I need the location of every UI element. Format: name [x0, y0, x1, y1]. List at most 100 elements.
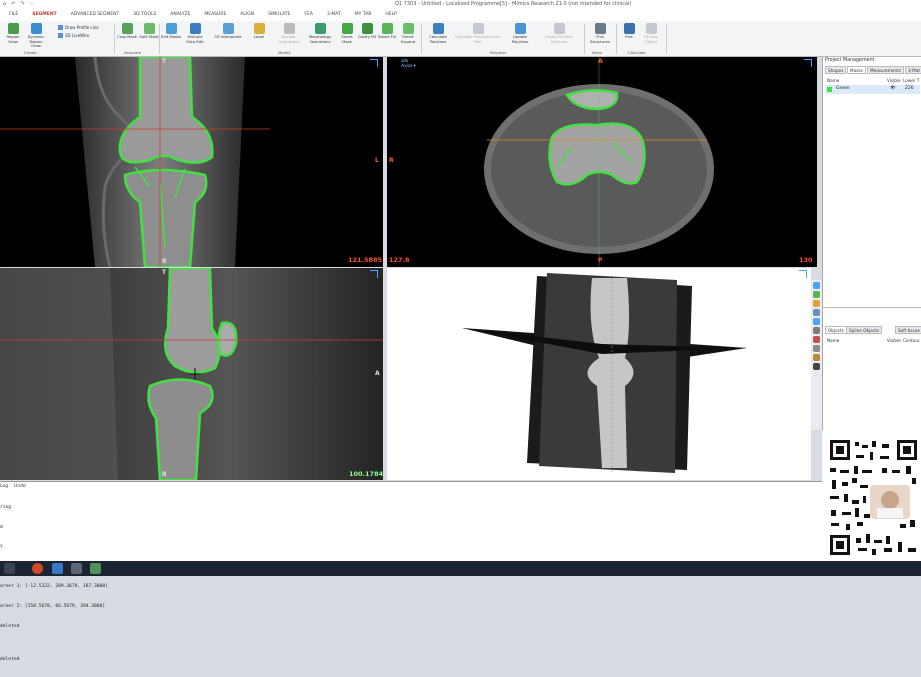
- group-separator: [421, 24, 422, 54]
- camera-icon[interactable]: [813, 327, 820, 334]
- undo-icon[interactable]: ↶: [11, 0, 15, 9]
- part-button[interactable]: Part: [618, 23, 640, 51]
- morphology-operations-icon: [314, 23, 326, 34]
- tab-soft-tissue[interactable]: Soft tissue: [895, 326, 921, 334]
- calculate-polylines-from-part-button[interactable]: Calculate Polylines from Part: [455, 23, 501, 51]
- 3d-viewport[interactable]: [387, 268, 811, 480]
- menu-tab-align[interactable]: ALIGN: [233, 9, 261, 21]
- menu-tab-analyze[interactable]: ANALYZE: [163, 9, 197, 21]
- region-grow-button[interactable]: Region Grow: [2, 23, 24, 51]
- group-separate: Separate: [124, 50, 142, 55]
- pan-icon[interactable]: [813, 291, 820, 298]
- more-icon[interactable]: ⋯: [30, 0, 35, 9]
- home-icon[interactable]: ⌂: [3, 0, 6, 9]
- coronal-slice-value: 121.5885: [348, 256, 383, 264]
- tab-log[interactable]: Log: [0, 484, 8, 489]
- light-icon[interactable]: [813, 354, 820, 361]
- rotate-icon[interactable]: [813, 282, 820, 289]
- menu-tab-advanced-segment[interactable]: ADVANCED SEGMENT: [64, 9, 127, 21]
- tab-3-mat[interactable]: 3-Mat: [905, 66, 921, 74]
- window-title: Q1 7303 - Untitled - Localized Programme…: [395, 1, 632, 7]
- sagittal-right-label: A: [375, 370, 380, 377]
- redo-icon[interactable]: ↷: [20, 0, 24, 9]
- folder-icon[interactable]: [52, 563, 63, 574]
- settings-icon[interactable]: [71, 563, 82, 574]
- smart-expand-button[interactable]: Smart Expand: [397, 23, 419, 51]
- group-wrap: Wrap: [592, 50, 602, 55]
- tab-measurements[interactable]: Measurements: [867, 66, 904, 74]
- screenshot-icon[interactable]: [813, 363, 820, 370]
- menu-tab-measure[interactable]: MEASURE: [197, 9, 233, 21]
- 3d-livewire-button[interactable]: 3D LiveWire: [58, 33, 89, 38]
- log-panel: Log Undo ring d Y orr orner 1: [-12.5322…: [0, 481, 822, 662]
- tab-spline-objects[interactable]: Spline Objects: [846, 326, 883, 334]
- tab-undo[interactable]: Undo: [14, 484, 26, 489]
- coronal-top-label: T: [162, 58, 167, 65]
- smart-fill-icon: [381, 23, 393, 34]
- mask-color-swatch: [827, 87, 832, 92]
- menu-tab-help[interactable]: HELP: [378, 9, 403, 21]
- log-line: Y: [0, 544, 3, 550]
- coronal-bottom-label: B: [162, 258, 167, 265]
- menu-tab-3-mat[interactable]: 3-MAT: [320, 9, 348, 21]
- fit-from-object-button[interactable]: Fit from Object: [638, 23, 664, 51]
- menu-tab-fea[interactable]: FEA: [297, 9, 320, 21]
- view-icon[interactable]: [813, 309, 820, 316]
- 3d-interpolate-button[interactable]: 3D Interpolate: [213, 23, 243, 51]
- maximize-icon[interactable]: [804, 59, 812, 67]
- maximize-icon[interactable]: [370, 59, 378, 67]
- tab-shapes[interactable]: Shapes: [825, 66, 847, 74]
- menu-tab-simulate[interactable]: SIMULATE: [261, 9, 297, 21]
- tab-objects[interactable]: Objects: [825, 326, 847, 334]
- morphology-operations-button[interactable]: Morphology Operations: [306, 23, 334, 51]
- menu-tab-my-tab[interactable]: MY TAB: [348, 9, 379, 21]
- visibility-icon[interactable]: [813, 345, 820, 352]
- axial-viewport[interactable]: a/b Axial ▾ A P R 127.8 130: [387, 57, 817, 267]
- edit-masks-icon: [165, 23, 177, 34]
- log-line: deleted: [0, 623, 20, 629]
- split-mask-icon: [143, 23, 155, 34]
- menu-tab-3d-tools[interactable]: 3D TOOLS: [126, 9, 163, 21]
- dynamic-region-grow-button[interactable]: Dynamic Region Grow: [25, 23, 47, 51]
- cavity-fill-button[interactable]: Cavity Fill: [356, 23, 378, 51]
- smart-mask-icon: [341, 23, 353, 34]
- group-modify: Modify: [278, 50, 291, 55]
- taskbar: [0, 561, 921, 576]
- group-separator: [616, 24, 617, 54]
- menu-bar: FILE SEGMENT ADVANCED SEGMENT 3D TOOLS A…: [0, 9, 921, 21]
- boolean-operations-button[interactable]: Boolean Operations: [275, 23, 303, 51]
- zoom-icon[interactable]: [813, 300, 820, 307]
- maximize-icon[interactable]: [799, 270, 807, 278]
- calculate-polylines-button[interactable]: Calculate Polylines: [423, 23, 453, 51]
- browser-icon[interactable]: [32, 563, 43, 574]
- label-button[interactable]: Label: [248, 23, 270, 51]
- thin-structures-button[interactable]: Thin Structures: [586, 23, 614, 51]
- tab-masks[interactable]: Masks: [847, 66, 866, 74]
- start-icon[interactable]: [4, 563, 15, 574]
- edit-masks-button[interactable]: Edit Masks: [160, 23, 182, 51]
- axial-view-info[interactable]: a/b Axial ▾: [401, 59, 416, 69]
- reset-view-icon[interactable]: [813, 318, 820, 325]
- cavity-fill-from-polylines-button[interactable]: Cavity Fill from Polylines: [537, 23, 581, 51]
- menu-tab-segment[interactable]: SEGMENT: [25, 9, 63, 21]
- group-create: Create: [24, 50, 37, 55]
- clip-icon[interactable]: [813, 336, 820, 343]
- eye-icon[interactable]: 👁: [890, 86, 896, 91]
- smart-mask-button[interactable]: Smart Mask: [336, 23, 358, 51]
- mask-row[interactable]: Green 👁 226: [825, 85, 920, 94]
- coronal-viewport[interactable]: T B L 121.5885: [0, 57, 383, 267]
- smart-fill-button[interactable]: Smart Fill: [376, 23, 398, 51]
- region-grow-icon: [7, 23, 19, 34]
- menu-tab-file[interactable]: FILE: [2, 9, 25, 21]
- maximize-icon[interactable]: [370, 270, 378, 278]
- multiple-slice-edit-button[interactable]: Multiple Slice Edit: [184, 23, 206, 51]
- mask-lower-threshold: 226: [905, 86, 914, 91]
- mimics-icon[interactable]: [90, 563, 101, 574]
- column-contour: Contour: [903, 338, 920, 343]
- update-polylines-button[interactable]: Update Polylines: [506, 23, 534, 51]
- sagittal-viewport[interactable]: T B A 100.1784: [0, 268, 383, 480]
- split-mask-button[interactable]: Split Mask: [138, 23, 160, 51]
- draw-profile-line-button[interactable]: Draw Profile Line: [58, 25, 99, 30]
- multiple-slice-edit-icon: [189, 23, 201, 34]
- crop-mask-button[interactable]: Crop Mask: [116, 23, 138, 51]
